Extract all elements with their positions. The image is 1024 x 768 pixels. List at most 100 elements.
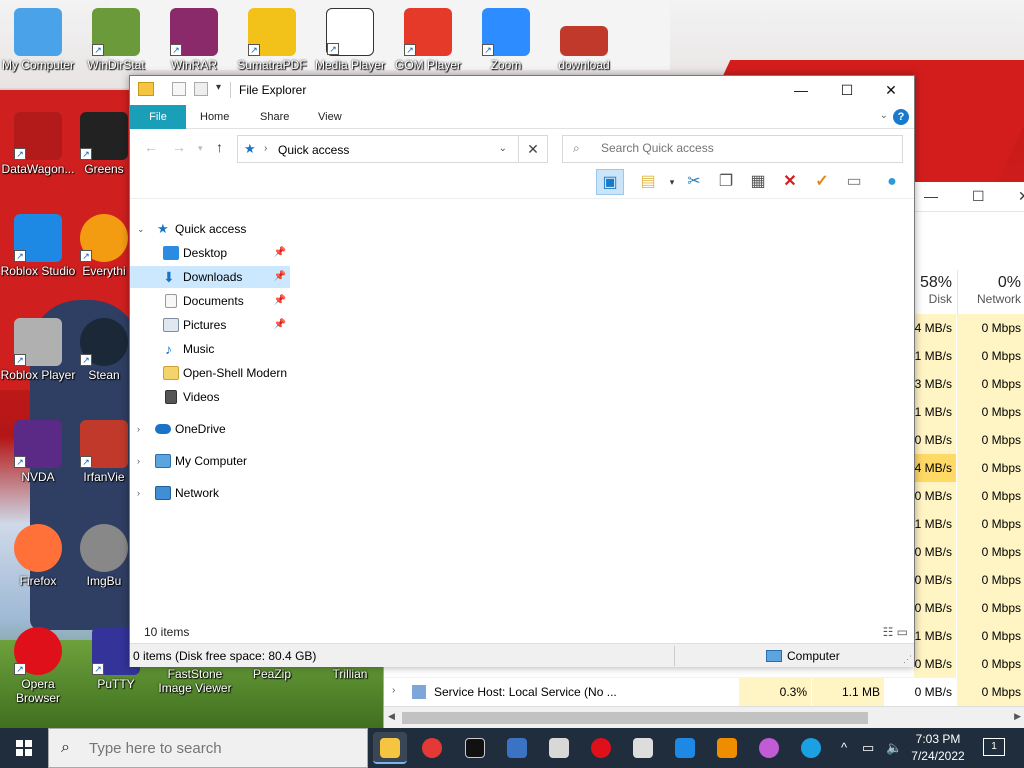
sidebar-item-downloads[interactable]: ⬇ Downloads 📌 [130, 266, 290, 288]
sidebar-item-pictures[interactable]: Pictures 📌 [130, 314, 290, 336]
table-row[interactable]: › Service Host: Local Service (No ... 0.… [384, 678, 1024, 706]
desktop-icon-gom-player[interactable]: ↗ GOM Player [390, 8, 466, 72]
desktop-icon-opera[interactable]: ↗ Opera Browser [0, 627, 76, 705]
taskbar-file-explorer[interactable] [373, 732, 407, 764]
chevron-right-icon[interactable]: › [137, 482, 140, 504]
taskbar-app[interactable] [752, 732, 786, 764]
copy-icon[interactable]: ❐ [712, 169, 740, 195]
chevron-down-icon[interactable]: ⌄ [137, 218, 145, 240]
desktop-icon-roblox-studio[interactable]: ↗ Roblox Studio [0, 214, 76, 278]
cut-icon[interactable]: ✂ [680, 169, 708, 195]
network-column-header[interactable]: 0% Network [957, 270, 1024, 314]
desktop-icon-media-player[interactable]: ↗ Media Player [312, 8, 388, 72]
resize-grip-icon[interactable]: ⋰ [903, 654, 912, 665]
tab-file[interactable]: File [130, 105, 186, 129]
sidebar-item-documents[interactable]: Documents 📌 [130, 290, 290, 312]
taskbar-app[interactable] [542, 732, 576, 764]
file-list-area[interactable] [292, 201, 914, 611]
scroll-left-icon[interactable]: ◀ [388, 711, 395, 722]
chevron-right-icon[interactable]: › [137, 418, 140, 440]
taskbar-roblox-studio[interactable] [668, 732, 702, 764]
close-icon[interactable]: ✕ [1018, 188, 1024, 205]
sidebar-item-network[interactable]: › Network [130, 482, 290, 504]
recent-locations-icon[interactable]: ▾ [198, 143, 203, 154]
desktop-icon-faststone[interactable]: FastStone Image Viewer [156, 667, 234, 695]
pin-icon[interactable]: 📌 [274, 290, 286, 312]
volume-icon[interactable]: 🔈 [886, 740, 902, 756]
desktop-icon-peazip[interactable]: PeaZip [234, 667, 310, 681]
desktop-icon-firefox[interactable]: Firefox [0, 524, 76, 588]
breadcrumb[interactable]: Quick access [278, 143, 349, 157]
minimize-icon[interactable]: — [924, 188, 938, 204]
desktop-icon-winrar[interactable]: ↗ WinRAR [156, 8, 232, 72]
properties-icon[interactable] [172, 82, 186, 96]
tab-view[interactable]: View [304, 105, 356, 129]
taskbar-opera[interactable] [584, 732, 618, 764]
desktop-icon-windirstat[interactable]: ↗ WinDirStat [78, 8, 154, 72]
up-icon[interactable]: ↑ [216, 139, 223, 155]
forward-icon[interactable]: → [172, 139, 186, 155]
chevron-right-icon[interactable]: › [392, 685, 395, 696]
chevron-right-icon[interactable]: › [137, 450, 140, 472]
delete-icon[interactable]: ✕ [776, 169, 804, 195]
search-box[interactable]: ⌕ [562, 135, 903, 163]
taskbar-7zip[interactable] [458, 732, 492, 764]
taskbar-edge[interactable] [794, 732, 828, 764]
desktop-icon-nvda[interactable]: ↗ NVDA [0, 420, 76, 484]
start-button[interactable] [0, 728, 48, 768]
pin-icon[interactable]: 📌 [274, 314, 286, 336]
notifications-badge[interactable]: 1 [983, 738, 1005, 756]
tab-share[interactable]: Share [246, 105, 303, 129]
sidebar-item-my-computer[interactable]: › My Computer [130, 450, 290, 472]
taskbar-search-input[interactable] [89, 740, 349, 757]
maximize-icon[interactable]: ☐ [972, 188, 985, 205]
taskbar-vlc[interactable] [710, 732, 744, 764]
desktop-icon-sumatrapdf[interactable]: ↗ SumatraPDF [234, 8, 310, 72]
horizontal-scrollbar[interactable]: ◀ ▶ [384, 706, 1024, 728]
chevron-down-icon[interactable]: ▾ [216, 82, 221, 93]
desktop-icon-everything[interactable]: ↗ Everythi [78, 214, 130, 278]
taskbar-app[interactable] [500, 732, 534, 764]
check-icon[interactable]: ✓ [808, 169, 836, 195]
sidebar-item-videos[interactable]: Videos [130, 386, 290, 408]
search-input[interactable] [601, 141, 881, 155]
desktop-icon-steam[interactable]: ↗ Stean [78, 318, 130, 382]
close-button[interactable]: ✕ [868, 76, 914, 105]
new-folder-icon[interactable] [194, 82, 208, 96]
explorer-titlebar[interactable]: ▾ File Explorer — ☐ ✕ [130, 76, 914, 105]
properties-icon[interactable]: ▭ [840, 169, 868, 195]
back-icon[interactable]: ← [144, 139, 158, 155]
paste-icon[interactable]: ▦ [744, 169, 772, 195]
desktop-icon-datawagon[interactable]: ↗ DataWagon... [0, 112, 76, 176]
details-view-icon[interactable]: ☷ ▭ [883, 625, 908, 639]
sidebar-item-music[interactable]: ♪ Music [130, 338, 290, 360]
pin-icon[interactable]: 📌 [274, 242, 286, 264]
navigation-pane-icon[interactable]: ▣ [596, 169, 624, 195]
maximize-button[interactable]: ☐ [824, 76, 870, 105]
desktop-icon-trillian[interactable]: Trillian [312, 667, 388, 681]
chevron-right-icon[interactable]: › [264, 143, 267, 154]
chevron-down-icon[interactable]: ⌄ [499, 143, 507, 154]
clear-address-button[interactable]: ✕ [518, 135, 548, 163]
taskbar-chrome[interactable] [415, 732, 449, 764]
sidebar-item-onedrive[interactable]: › OneDrive [130, 418, 290, 440]
desktop-icon-irfanview[interactable]: ↗ IrfanVie [78, 420, 130, 484]
desktop-icon-roblox-player[interactable]: ↗ Roblox Player [0, 318, 76, 382]
sidebar-item-quick-access[interactable]: ⌄ ★ Quick access [130, 218, 290, 240]
sidebar-item-open-shell[interactable]: Open-Shell Modern [130, 362, 290, 384]
desktop-icon-download[interactable]: download [546, 8, 622, 72]
disk-column-header[interactable]: 58% Disk [914, 270, 956, 314]
system-clock[interactable]: 7:03 PM 7/24/2022 [908, 731, 968, 765]
chevron-up-icon[interactable]: ^ [841, 740, 847, 755]
desktop-icon-my-computer[interactable]: My Computer [0, 8, 76, 72]
address-bar[interactable]: ★ › Quick access ⌄ [237, 135, 548, 163]
scrollbar-thumb[interactable] [402, 712, 868, 724]
desktop-icon-greenshot[interactable]: ↗ Greens [78, 112, 130, 176]
network-status-icon[interactable]: ▭ [862, 740, 874, 756]
sidebar-item-desktop[interactable]: Desktop 📌 [130, 242, 290, 264]
desktop-icon-zoom[interactable]: ↗ Zoom [468, 8, 544, 72]
help-icon[interactable]: ? [893, 109, 909, 125]
desktop-icon-imgburn[interactable]: ImgBu [78, 524, 130, 588]
scroll-right-icon[interactable]: ▶ [1014, 711, 1021, 722]
pin-icon[interactable]: 📌 [274, 266, 286, 288]
